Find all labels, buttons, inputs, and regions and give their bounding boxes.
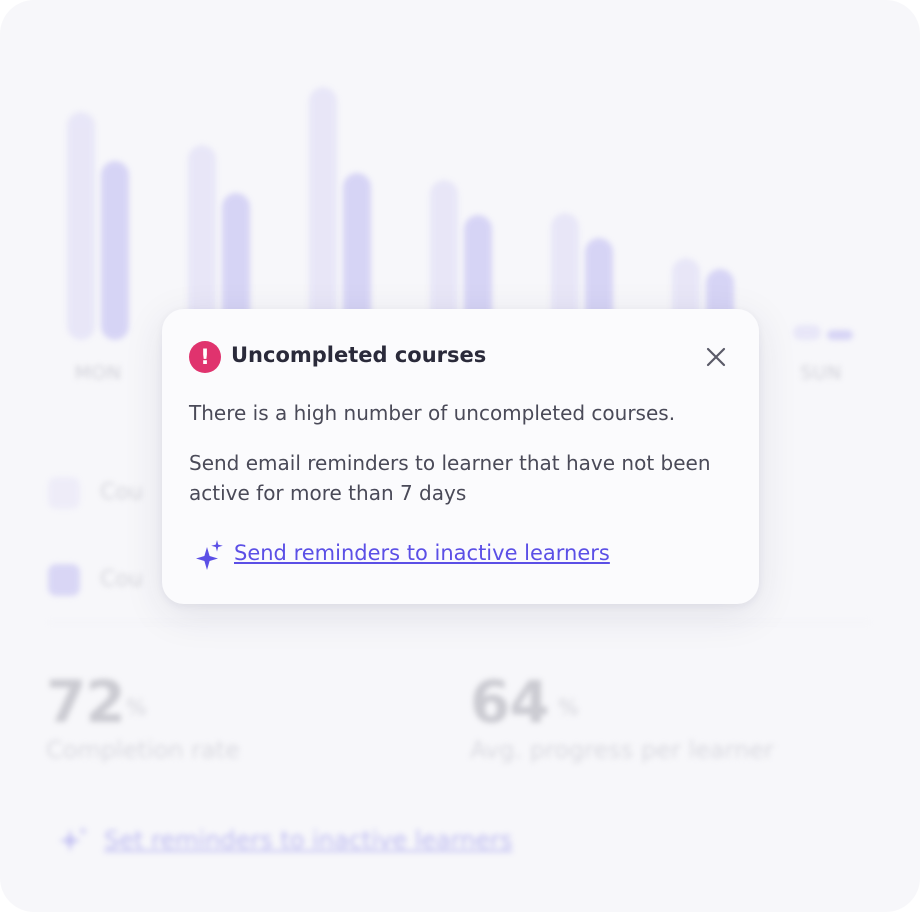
send-reminders-link[interactable]: Send reminders to inactive learners: [234, 541, 610, 565]
legend-swatch-light: [48, 477, 80, 509]
message-line-2: Send email reminders to learner that hav…: [189, 451, 711, 505]
sparkle-icon: [196, 540, 223, 570]
divider: [48, 622, 870, 623]
bar: [101, 161, 129, 340]
legend-label-1: Cou: [100, 480, 143, 505]
alert-popup: ! Uncompleted courses There is a high nu…: [162, 309, 759, 604]
avg-progress-unit: %: [558, 696, 579, 721]
set-reminders-link[interactable]: Set reminders to inactive learners: [104, 826, 513, 854]
message-line-1: There is a high number of uncompleted co…: [189, 401, 676, 425]
completion-rate-value: 72: [46, 668, 126, 736]
bar: [827, 330, 853, 340]
day-label-sun: SUN: [800, 362, 842, 384]
bar: [67, 112, 95, 340]
bar: [793, 325, 821, 340]
legend-swatch-dark: [48, 564, 80, 596]
bar: [309, 87, 337, 340]
alert-icon: !: [189, 341, 221, 373]
close-icon[interactable]: [702, 343, 730, 371]
completion-rate-label: Completion rate: [46, 736, 240, 764]
avg-progress-label: Avg. progress per learner: [470, 736, 774, 764]
dashboard-card: MON SUN Cou Cou 72 % Completion rate 64 …: [0, 0, 920, 912]
day-label-mon: MON: [74, 362, 122, 384]
avg-progress-value: 64: [470, 668, 550, 736]
sparkle-icon: [59, 826, 88, 852]
popup-title: Uncompleted courses: [231, 343, 487, 367]
completion-rate-unit: %: [126, 696, 147, 721]
legend-label-2: Cou: [100, 567, 143, 592]
